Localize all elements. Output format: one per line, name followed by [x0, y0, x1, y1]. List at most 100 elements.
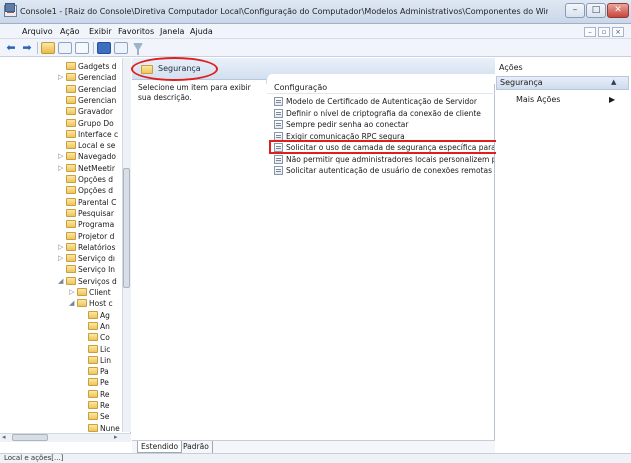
- maximize-button[interactable]: □: [586, 3, 606, 18]
- tree-item-label: Ag: [100, 310, 110, 320]
- folder-icon: [77, 288, 87, 296]
- policy-setting-icon: [274, 154, 283, 164]
- tree-item-label: Gerencian: [78, 95, 117, 105]
- menu-exibir[interactable]: Exibir: [89, 26, 112, 37]
- tree-expander-icon[interactable]: ◢: [58, 276, 63, 287]
- properties-icon[interactable]: [114, 42, 128, 54]
- up-folder-icon[interactable]: [41, 42, 55, 54]
- tree-hscroll-thumb[interactable]: [12, 434, 48, 441]
- menu-acao[interactable]: Ação: [60, 26, 80, 37]
- mdi-restore-button[interactable]: ▫: [598, 27, 610, 37]
- policy-setting-icon: [274, 120, 283, 129]
- more-actions-item[interactable]: Mais Ações: [516, 95, 560, 104]
- tree-expander-icon[interactable]: ▷: [58, 72, 63, 83]
- setting-row[interactable]: Sempre pedir senha ao conectar: [274, 119, 494, 130]
- folder-icon: [66, 107, 76, 116]
- menu-janela[interactable]: Janela: [160, 26, 184, 37]
- scroll-left-icon[interactable]: ◂: [2, 433, 6, 441]
- tree-item-label: Opções d: [78, 186, 114, 196]
- folder-icon: [66, 231, 76, 240]
- minimize-button[interactable]: –: [565, 3, 585, 18]
- item-description: Selecione um item para exibir sua descri…: [138, 83, 251, 102]
- folder-icon: [88, 378, 98, 387]
- tree-item-label: Projetor d: [78, 231, 115, 241]
- folder-icon: [66, 242, 76, 251]
- setting-label: Não permitir que administradores locais …: [286, 154, 494, 164]
- toolbar: [0, 39, 631, 57]
- tree-item-label: Se: [100, 412, 110, 422]
- tree-expander-icon[interactable]: ▷: [69, 287, 74, 298]
- tab-estendido[interactable]: Estendido: [137, 441, 183, 453]
- tree-item-label: Local e se: [78, 141, 116, 151]
- folder-icon: [66, 118, 76, 127]
- folder-icon: [77, 299, 87, 308]
- setting-row[interactable]: Modelo de Certificado de Autenticação de…: [274, 96, 494, 107]
- tree-expander-icon[interactable]: ▷: [58, 242, 63, 253]
- folder-icon: [66, 95, 76, 104]
- folder-icon: [66, 84, 76, 93]
- tree-scroll-thumb[interactable]: [123, 168, 130, 288]
- tree-item-label: Relatórios: [78, 242, 116, 252]
- folder-icon: [66, 141, 76, 150]
- setting-label: Modelo de Certificado de Autenticação de…: [286, 97, 477, 106]
- tree-item-label: Gerenciad: [78, 84, 117, 94]
- mmc-menu-icon[interactable]: [5, 3, 15, 12]
- folder-icon: [88, 355, 98, 364]
- column-header-configuracao[interactable]: Configuração: [274, 83, 327, 92]
- tree-item-label: Gadgets d: [78, 62, 117, 71]
- window-title: Console1 - [Raiz do Console\Diretiva Com…: [20, 7, 548, 16]
- collapse-icon[interactable]: ▲: [611, 78, 616, 86]
- tree-item-label: Re: [100, 401, 110, 410]
- folder-icon: [88, 333, 98, 342]
- close-button[interactable]: ✕: [607, 3, 629, 18]
- tree-item-label: Navegado: [78, 152, 116, 162]
- column-header-divider: [267, 93, 495, 94]
- folder-icon: [66, 152, 76, 161]
- tree-expander-icon[interactable]: ▷: [58, 253, 63, 264]
- tab-padrao[interactable]: Padrão: [180, 441, 213, 453]
- setting-row[interactable]: Definir o nível de criptografia da conex…: [274, 108, 494, 119]
- menu-ajuda[interactable]: Ajuda: [190, 26, 213, 37]
- show-hide-tree-icon[interactable]: [58, 42, 72, 54]
- folder-icon: [66, 163, 76, 172]
- forward-arrow-icon[interactable]: ➡: [20, 42, 34, 54]
- setting-row[interactable]: Não permitir que administradores locais …: [274, 154, 494, 165]
- mdi-minimize-button[interactable]: –: [584, 27, 596, 37]
- tree-item-label: Grupo Do: [78, 118, 114, 128]
- folder-icon: [66, 186, 76, 195]
- annotation-circle: [131, 57, 218, 81]
- folder-icon: [88, 367, 98, 376]
- back-arrow-icon[interactable]: ⬅: [4, 42, 18, 54]
- mdi-close-button[interactable]: ×: [612, 27, 624, 37]
- tree-item-label: Re: [100, 389, 110, 399]
- tree-item-label: Serviços d: [78, 276, 117, 286]
- tree-item-label: An: [100, 321, 110, 331]
- help-icon[interactable]: [97, 42, 111, 54]
- policy-setting-icon: [274, 97, 283, 106]
- menu-favoritos[interactable]: Favoritos: [118, 26, 154, 37]
- export-list-icon[interactable]: [75, 42, 89, 54]
- tree-expander-icon[interactable]: ▷: [58, 163, 63, 174]
- setting-label: Sempre pedir senha ao conectar: [286, 120, 409, 129]
- tree-item-label: Pa: [100, 367, 109, 377]
- folder-icon: [66, 276, 76, 285]
- menu-arquivo[interactable]: Arquivo: [22, 26, 53, 37]
- setting-row[interactable]: Solicitar autenticação de usuário de con…: [274, 165, 494, 176]
- scroll-right-icon[interactable]: ▸: [114, 433, 118, 441]
- folder-icon: [66, 73, 76, 82]
- annotation-highlight-box: [269, 140, 498, 154]
- tree-item-label: Serviço In: [78, 265, 116, 275]
- tree-expander-icon[interactable]: ◢: [69, 298, 74, 309]
- tree-item-label: NetMeetir: [78, 163, 115, 173]
- tree-item-label: Gravador: [78, 107, 113, 117]
- tree-expander-icon[interactable]: ▷: [58, 151, 63, 162]
- folder-icon: [88, 401, 98, 409]
- tree-item-label: Lic: [100, 344, 111, 354]
- setting-label: Solicitar autenticação de usuário de con…: [286, 166, 494, 175]
- actions-header: Ações: [496, 61, 631, 75]
- folder-icon: [66, 265, 76, 274]
- tree-item-label: Pe: [100, 378, 109, 388]
- folder-icon: [88, 344, 98, 353]
- toolbar-separator: [93, 42, 94, 54]
- actions-section-seguranca[interactable]: Segurança: [496, 76, 629, 90]
